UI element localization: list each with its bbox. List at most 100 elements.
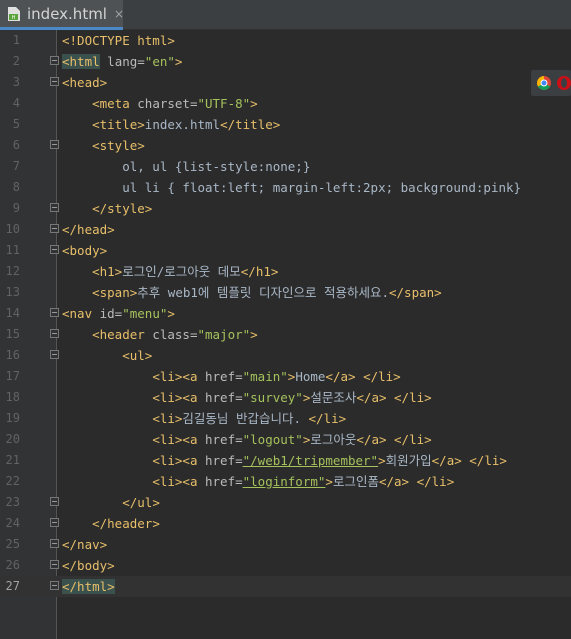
code-text: <li><a href="survey">설문조사</a> </li>	[62, 387, 431, 408]
code-text: ul li { float:left; margin-left:2px; bac…	[62, 177, 521, 198]
code-line[interactable]: 4 <meta charset="UTF-8">	[0, 93, 571, 114]
code-text: <li><a href="/web1/tripmember">회원가입</a> …	[62, 450, 507, 471]
code-line[interactable]: 17 <li><a href="main">Home</a> </li>	[0, 366, 571, 387]
tab-filename: index.html	[27, 4, 107, 23]
code-text: </head>	[62, 219, 115, 240]
browser-preview-toolbar	[531, 70, 571, 96]
code-line[interactable]: 13 <span>추후 web1에 템플릿 디자인으로 적용하세요.</span…	[0, 282, 571, 303]
code-token: </head>	[62, 222, 115, 237]
code-line[interactable]: 25 </nav>	[0, 534, 571, 555]
code-line[interactable]: 27 </html>	[0, 576, 571, 597]
code-line[interactable]: 16 <ul>	[0, 345, 571, 366]
opera-icon[interactable]	[556, 75, 571, 91]
fold-marker-icon[interactable]	[50, 140, 59, 149]
code-token: </a>	[356, 390, 387, 405]
fold-marker-icon[interactable]	[50, 203, 59, 212]
line-number: 1	[12, 33, 20, 47]
code-token: <span>	[92, 285, 138, 300]
code-token: <ul>	[122, 348, 153, 363]
code-line[interactable]: 10 </head>	[0, 219, 571, 240]
code-token: </li>	[469, 453, 507, 468]
code-token: </nav>	[62, 537, 108, 552]
line-number: 21	[5, 453, 20, 467]
code-token: ol, ul {list-style:none;}	[62, 159, 311, 174]
code-token: </li>	[394, 432, 432, 447]
fold-marker-icon[interactable]	[50, 77, 59, 86]
code-text: <nav id="menu">	[62, 303, 175, 324]
svg-text:H: H	[12, 15, 16, 21]
code-token: <li><a	[152, 390, 198, 405]
code-line[interactable]: 24 </header>	[0, 513, 571, 534]
code-line[interactable]: 18 <li><a href="survey">설문조사</a> </li>	[0, 387, 571, 408]
code-text: </header>	[62, 513, 160, 534]
code-line[interactable]: 23 </ul>	[0, 492, 571, 513]
code-line[interactable]: 8 ul li { float:left; margin-left:2px; b…	[0, 177, 571, 198]
code-line[interactable]: 3 <head>	[0, 72, 571, 93]
chrome-icon[interactable]	[536, 75, 552, 91]
fold-marker-icon[interactable]	[50, 497, 59, 506]
code-token: href=	[197, 453, 243, 468]
close-icon[interactable]: ×	[114, 7, 124, 21]
code-token: </title>	[220, 117, 281, 132]
tab-index-html[interactable]: H index.html ×	[0, 0, 124, 30]
fold-marker-icon[interactable]	[50, 350, 59, 359]
fold-marker-icon[interactable]	[50, 56, 59, 65]
code-line[interactable]: 5 <title>index.html</title>	[0, 114, 571, 135]
code-text: <html lang="en">	[62, 51, 182, 72]
code-token: </h1>	[240, 264, 279, 279]
line-number: 8	[12, 180, 20, 194]
line-number: 19	[5, 411, 20, 425]
code-line[interactable]: 9 </style>	[0, 198, 571, 219]
code-line[interactable]: 22 <li><a href="loginform">로그인폼</a> </li…	[0, 471, 571, 492]
code-text: <header class="major">	[62, 324, 258, 345]
code-line[interactable]: 19 <li>김길동님 반갑습니다. </li>	[0, 408, 571, 429]
fold-marker-icon[interactable]	[50, 245, 59, 254]
code-token: </span>	[389, 285, 442, 300]
fold-marker-icon[interactable]	[50, 539, 59, 548]
code-line[interactable]: 20 <li><a href="logout">로그아웃</a> </li>	[0, 429, 571, 450]
code-line[interactable]: 1 <!DOCTYPE html>	[0, 30, 571, 51]
code-line[interactable]: 2 <html lang="en">	[0, 51, 571, 72]
code-line[interactable]: 11 <body>	[0, 240, 571, 261]
code-token: <head>	[62, 75, 108, 90]
code-token: "survey"	[242, 390, 303, 405]
code-text: </style>	[62, 198, 152, 219]
code-token: >	[378, 453, 386, 468]
code-token: index.html	[144, 117, 221, 132]
fold-marker-icon[interactable]	[50, 560, 59, 569]
code-text: <style>	[62, 135, 145, 156]
fold-marker-icon[interactable]	[50, 329, 59, 338]
line-number: 11	[5, 243, 20, 257]
code-token: </a>	[356, 432, 387, 447]
code-line[interactable]: 21 <li><a href="/web1/tripmember">회원가입</…	[0, 450, 571, 471]
code-text: <ul>	[62, 345, 152, 366]
fold-marker-icon[interactable]	[50, 518, 59, 527]
code-line[interactable]: 7 ol, ul {list-style:none;}	[0, 156, 571, 177]
fold-marker-icon[interactable]	[50, 581, 59, 590]
code-token: "logout"	[242, 432, 303, 447]
fold-marker-icon[interactable]	[50, 224, 59, 233]
fold-marker-icon[interactable]	[50, 308, 59, 317]
code-line[interactable]: 26 </body>	[0, 555, 571, 576]
code-line[interactable]: 12 <h1>로그인/로그아웃 데모</h1>	[0, 261, 571, 282]
code-line[interactable]: 15 <header class="major">	[0, 324, 571, 345]
code-token: </a>	[431, 453, 462, 468]
code-token: 추후 web1에 템플릿 디자인으로 적용하세요.	[137, 285, 389, 300]
code-token: "main"	[242, 369, 288, 384]
code-line[interactable]: 6 <style>	[0, 135, 571, 156]
code-line[interactable]: 14 <nav id="menu">	[0, 303, 571, 324]
line-number: 13	[5, 285, 20, 299]
line-number: 9	[12, 201, 20, 215]
code-token: class=	[144, 327, 198, 342]
line-number: 5	[12, 117, 20, 131]
code-token: href=	[197, 432, 243, 447]
